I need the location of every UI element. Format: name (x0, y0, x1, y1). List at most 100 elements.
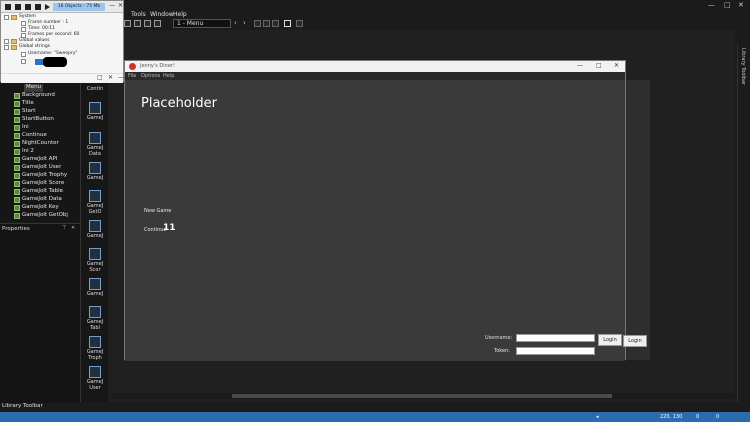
tree-item[interactable]: Ini (14, 124, 29, 132)
game-menu-help[interactable]: Help (163, 73, 174, 79)
object-icon (14, 181, 20, 187)
tree-item[interactable]: GameJolt GetObj (14, 212, 68, 220)
debug-tree-item[interactable]: System (19, 14, 36, 19)
pause-icon[interactable] (25, 4, 31, 10)
debug-tree-item[interactable]: Global strings (19, 44, 50, 49)
restart-icon[interactable] (5, 4, 11, 10)
login-object[interactable]: Login (623, 335, 647, 347)
align-left-icon[interactable] (254, 20, 261, 27)
debug-tree-item[interactable]: Global values (19, 38, 49, 43)
object-icon (14, 157, 20, 163)
object-item[interactable]: GameJ GetO (83, 190, 107, 215)
gamejolt-icon (89, 278, 101, 290)
tree-item[interactable]: GameJolt API (14, 156, 58, 164)
login-button[interactable]: Login (598, 334, 622, 346)
object-item[interactable]: GameJ (83, 220, 107, 239)
close-icon[interactable]: ✕ (71, 225, 75, 231)
object-item[interactable]: GameJ Troph (83, 336, 107, 361)
tree-item[interactable]: NightCounter (14, 140, 59, 148)
frame-select[interactable]: 1 - Menu (173, 19, 231, 28)
debug-tree-item[interactable]: Time: 00:11 (28, 26, 55, 31)
object-icon (14, 141, 20, 147)
game-menu-file[interactable]: File (128, 73, 136, 79)
menu-tools[interactable]: Tools (131, 11, 146, 18)
maximize-button[interactable]: □ (724, 1, 731, 9)
align-center-icon[interactable] (263, 20, 270, 27)
tree-item[interactable]: GameJolt User (14, 164, 61, 172)
library-toolbar-strip: Library Toolbar (737, 44, 750, 402)
token-input[interactable] (516, 347, 595, 355)
debugger-bottom-bar: □ ✕ — (1, 73, 124, 83)
expand-icon[interactable] (4, 39, 9, 44)
gamejolt-icon (89, 190, 101, 202)
collapse-icon[interactable] (4, 15, 9, 20)
arrange-icon[interactable] (296, 20, 303, 27)
tree-item-label: Start (22, 108, 36, 114)
tree-item[interactable]: Continue (14, 132, 47, 140)
tree-root[interactable]: Menu (24, 84, 44, 92)
object-item[interactable]: GameJ User (83, 366, 107, 391)
placeholder-title: Placeholder (141, 96, 217, 111)
object-item[interactable]: GameJ Tabl (83, 306, 107, 331)
horizontal-scrollbar[interactable] (112, 393, 734, 399)
square-icon[interactable] (284, 20, 291, 27)
step-icon[interactable] (35, 4, 41, 10)
tree-item[interactable]: StartButton (14, 116, 54, 124)
debug-tree-item[interactable]: Frame number : 1 (28, 20, 68, 25)
next-frame-button[interactable]: › (243, 19, 246, 27)
play-icon[interactable] (45, 4, 50, 10)
debug-tree-item[interactable]: Frames per second: 60 (28, 32, 79, 37)
collapse-icon[interactable] (4, 45, 9, 50)
game-window-titlebar[interactable]: Jenny's Diner! — □ ✕ (125, 61, 625, 72)
layout-icon[interactable] (134, 20, 141, 27)
minimize-button[interactable]: — (708, 1, 715, 9)
stop-icon[interactable] (15, 4, 21, 10)
tree-item[interactable]: GameJolt Key (14, 204, 59, 212)
object-item[interactable]: GameJ Data (83, 132, 107, 157)
debugger-minimize[interactable]: — (109, 2, 115, 9)
game-minimize-button[interactable]: — (577, 62, 583, 69)
debug-tree-item[interactable]: Username: "Sweepry" (28, 51, 77, 56)
pin-icon[interactable]: ⊤ (62, 225, 66, 231)
tree-item[interactable]: GameJolt Trophy (14, 172, 67, 180)
object-item[interactable]: GameJ (83, 102, 107, 121)
tree-item[interactable]: Start (14, 108, 36, 116)
scrollbar-thumb[interactable] (232, 394, 612, 398)
username-input[interactable] (516, 334, 595, 342)
object-label: GameJ (86, 175, 104, 181)
object-icon (14, 197, 20, 203)
tree-item[interactable]: GameJolt Table (14, 188, 64, 196)
gamejolt-icon (89, 132, 101, 144)
prev-frame-button[interactable]: ‹ (234, 19, 237, 27)
object-item[interactable]: GameJ Scor (83, 248, 107, 273)
new-game-button[interactable]: New Game (144, 208, 171, 214)
tree-item-label: GameJolt Table (22, 188, 64, 194)
game-close-button[interactable]: ✕ (614, 62, 619, 69)
debugger-minimize-2[interactable]: — (118, 74, 124, 81)
debugger-restore[interactable]: □ (97, 74, 103, 81)
object-item[interactable]: GameJ (83, 162, 107, 181)
game-menu-options[interactable]: Options (141, 73, 160, 79)
debugger-close[interactable]: ✕ (118, 2, 123, 9)
folder-icon (11, 39, 17, 44)
grid-icon[interactable] (124, 20, 131, 27)
tree-item[interactable]: Background (14, 92, 55, 100)
object-icon (14, 205, 20, 211)
table-icon[interactable] (144, 20, 151, 27)
debugger-close-2[interactable]: ✕ (108, 74, 113, 81)
tree-item[interactable]: Title (14, 100, 34, 108)
menu-help[interactable]: Help (173, 11, 187, 18)
main-window-controls: — □ ✕ (700, 0, 750, 10)
menu-window[interactable]: Window (150, 11, 174, 18)
tree-item[interactable]: GameJolt Data (14, 196, 62, 204)
close-button[interactable]: ✕ (738, 1, 744, 9)
tree-item[interactable]: Ini 2 (14, 148, 34, 156)
tree-item[interactable]: GameJolt Score (14, 180, 64, 188)
list-icon[interactable] (154, 20, 161, 27)
align-right-icon[interactable] (272, 20, 279, 27)
library-toolbar-label[interactable]: Library Toolbar (2, 403, 43, 409)
library-toolbar-tab[interactable]: Library Toolbar (740, 48, 746, 85)
game-maximize-button[interactable]: □ (596, 62, 602, 69)
object-label: GameJ Scor (86, 261, 104, 273)
object-item[interactable]: GameJ (83, 278, 107, 297)
